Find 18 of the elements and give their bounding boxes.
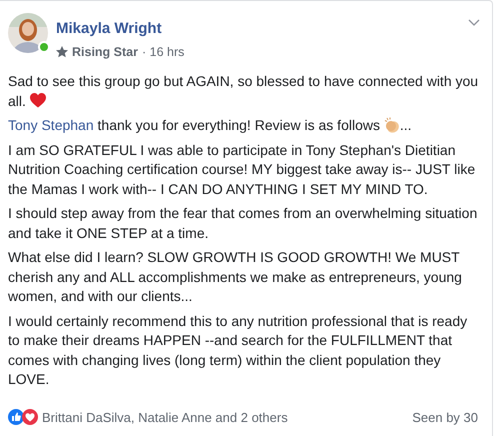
love-icon [22,409,38,426]
author-name[interactable]: Mikayla Wright [56,20,162,37]
post-paragraph: I should step away from the fear that comes from an overwhelming situation and take it ONE STEP at a time. [8,204,478,242]
mention-link[interactable]: Tony Stephan [8,117,94,133]
star-icon [56,46,68,58]
chevron-down-icon[interactable] [468,19,480,26]
post-paragraph: What else did I learn? SLOW GROWTH IS GOOD GROWTH! We MUST cherish any and ALL accomplishments we make as entrepreneurs, young women, and with our clients... [8,248,463,306]
heart-icon [30,92,46,108]
member-badge-label: Rising Star [72,44,138,60]
post-paragraph: Sad to see this group go but AGAIN, so blessed to have connected with you all. [8,72,480,110]
post-paragraph: I am SO GRATEFUL I was able to participate in Tony Stephan's Dietitian Nutrition Coaching certification course! MY biggest take away is-- JUST like the Mamas I work with-- I CAN DO ANYTHING I SET MY MIND TO. [8,140,476,198]
clapping-hands-icon [384,117,400,133]
like-icon [8,409,24,426]
seen-count[interactable]: Seen by 30 [412,408,478,427]
reactions-summary[interactable]: Brittani DaSilva, Natalie Anne and 2 others [42,408,288,427]
post-time[interactable]: · 16 hrs [142,44,184,60]
post-paragraph: I would certainly recommend this to any nutrition professional that is ready to make their dreams HAPPEN --and search for the FULFILLMENT that comes with changing lives (long term) within the client population they LOVE. [8,312,468,389]
post-paragraph: Tony Stephan thank you for everything! Review is as follows ... [8,116,413,135]
